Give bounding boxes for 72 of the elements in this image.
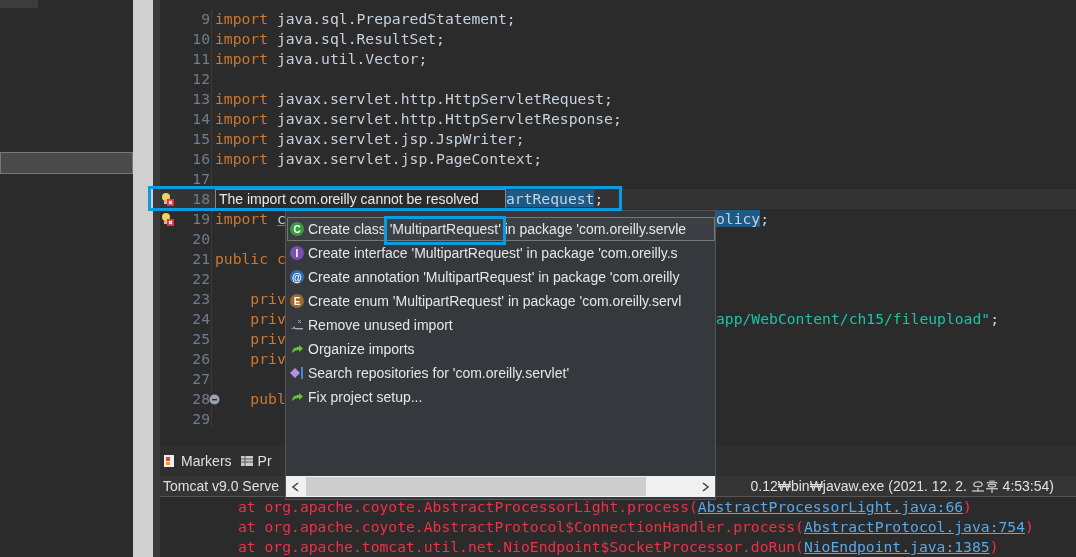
console-title: 0.12₩bin₩javaw.exe (2021. 12. 2. 오후 4:53:54)	[750, 476, 1054, 496]
line-number: 17	[192, 169, 210, 189]
line-number: 24	[192, 309, 210, 329]
console-link[interactable]: AbstractProtocol.java:754	[803, 517, 1025, 537]
scrollbar-thumb[interactable]	[306, 477, 646, 496]
menu-item[interactable]: I Create interface 'MultipartRequest' in package 'com.oreilly.s	[287, 241, 715, 265]
code-line: public c	[215, 249, 286, 269]
console-link[interactable]: NioEndpoint.java:1385	[803, 537, 990, 557]
line-number: 27	[192, 369, 210, 389]
code-line: import c	[215, 209, 286, 229]
code-line: import java.sql.ResultSet;	[215, 29, 445, 49]
menu-item[interactable]: C Create class 'MultipartRequest' in package 'com.oreilly.servle	[287, 217, 715, 241]
code-line: import javax.servlet.jsp.JspWriter;	[215, 129, 525, 149]
code-line: import java.util.Vector;	[215, 49, 428, 69]
panel-tab[interactable]: Pr	[239, 450, 272, 472]
error-bulb-icon	[161, 192, 174, 206]
panel-tab[interactable]: Markers	[163, 450, 232, 472]
line-number: 26	[192, 349, 210, 369]
line-number: 9	[201, 9, 210, 29]
line-number: 22	[192, 269, 210, 289]
code-line: import java.sql.PreparedStatement;	[215, 9, 516, 29]
arrow-icon	[290, 342, 304, 356]
diamond-icon	[290, 366, 304, 380]
line-number: 10	[192, 29, 210, 49]
line-number: 29	[192, 409, 210, 429]
menu-item[interactable]: Organize imports	[287, 337, 715, 361]
console-text: at org.apache.tomcat.util.net.NioEndpoint$SocketProcessor.doRun(	[238, 537, 804, 557]
badge-icon: @	[290, 270, 304, 284]
line-number: 11	[192, 49, 210, 69]
menu-item[interactable]: Search repositories for 'com.oreilly.servlet'	[287, 361, 715, 385]
line-number: 19	[192, 209, 210, 229]
code-line: priv	[249, 309, 286, 329]
console-text: )	[989, 537, 999, 557]
menu-item[interactable]: Remove unused import	[287, 313, 715, 337]
line-number: 15	[192, 129, 210, 149]
code-line: import javax.servlet.http.HttpServletResponse;	[215, 109, 622, 129]
line-number: 21	[192, 249, 210, 269]
error-bulb-icon	[161, 212, 174, 226]
line-number: 23	[192, 289, 210, 309]
code-line: priv	[249, 289, 286, 309]
code-line: import javax.servlet.jsp.PageContext;	[215, 149, 543, 169]
table-icon	[239, 454, 254, 468]
panel-sash[interactable]	[133, 0, 153, 557]
menu-item[interactable]: @ Create annotation 'MultipartRequest' in package 'com.oreilly	[287, 265, 715, 289]
remove-import-icon	[290, 318, 304, 332]
line-number: 18	[192, 189, 210, 209]
console-text: )	[1025, 517, 1034, 537]
line-number: 28	[192, 389, 210, 409]
line-number: 14	[192, 109, 210, 129]
line-number: 13	[192, 89, 210, 109]
code-line: publ	[249, 389, 286, 409]
console-text: )	[963, 497, 972, 517]
badge-icon: E	[290, 294, 304, 308]
markers-icon	[163, 454, 177, 468]
console-link[interactable]: AbstractProcessorLight.java:66	[697, 497, 964, 517]
badge-icon: C	[290, 222, 304, 236]
line-number: 12	[192, 69, 210, 89]
line-number: 16	[192, 149, 210, 169]
line-number: 25	[192, 329, 210, 349]
line-number: 20	[192, 229, 210, 249]
console-text: at org.apache.coyote.AbstractProcessorLight.process(	[238, 497, 698, 517]
arrow-icon	[290, 390, 304, 404]
code-line: app/WebContent/ch15/fileupload";	[716, 309, 999, 329]
code-line: import javax.servlet.http.HttpServletRequest;	[215, 89, 613, 109]
badge-icon: I	[290, 246, 304, 260]
console-text: at org.apache.coyote.AbstractProtocol$ConnectionHandler.process(	[238, 517, 804, 537]
menu-item[interactable]: Fix project setup...	[287, 385, 715, 409]
collapse-icon	[209, 393, 220, 405]
code-line: priv	[249, 329, 286, 349]
menu-item[interactable]: E Create enum 'MultipartRequest' in package 'com.oreilly.servl	[287, 289, 715, 313]
code-line: priv	[249, 349, 286, 369]
console-title: Tomcat v9.0 Serve	[163, 476, 279, 496]
